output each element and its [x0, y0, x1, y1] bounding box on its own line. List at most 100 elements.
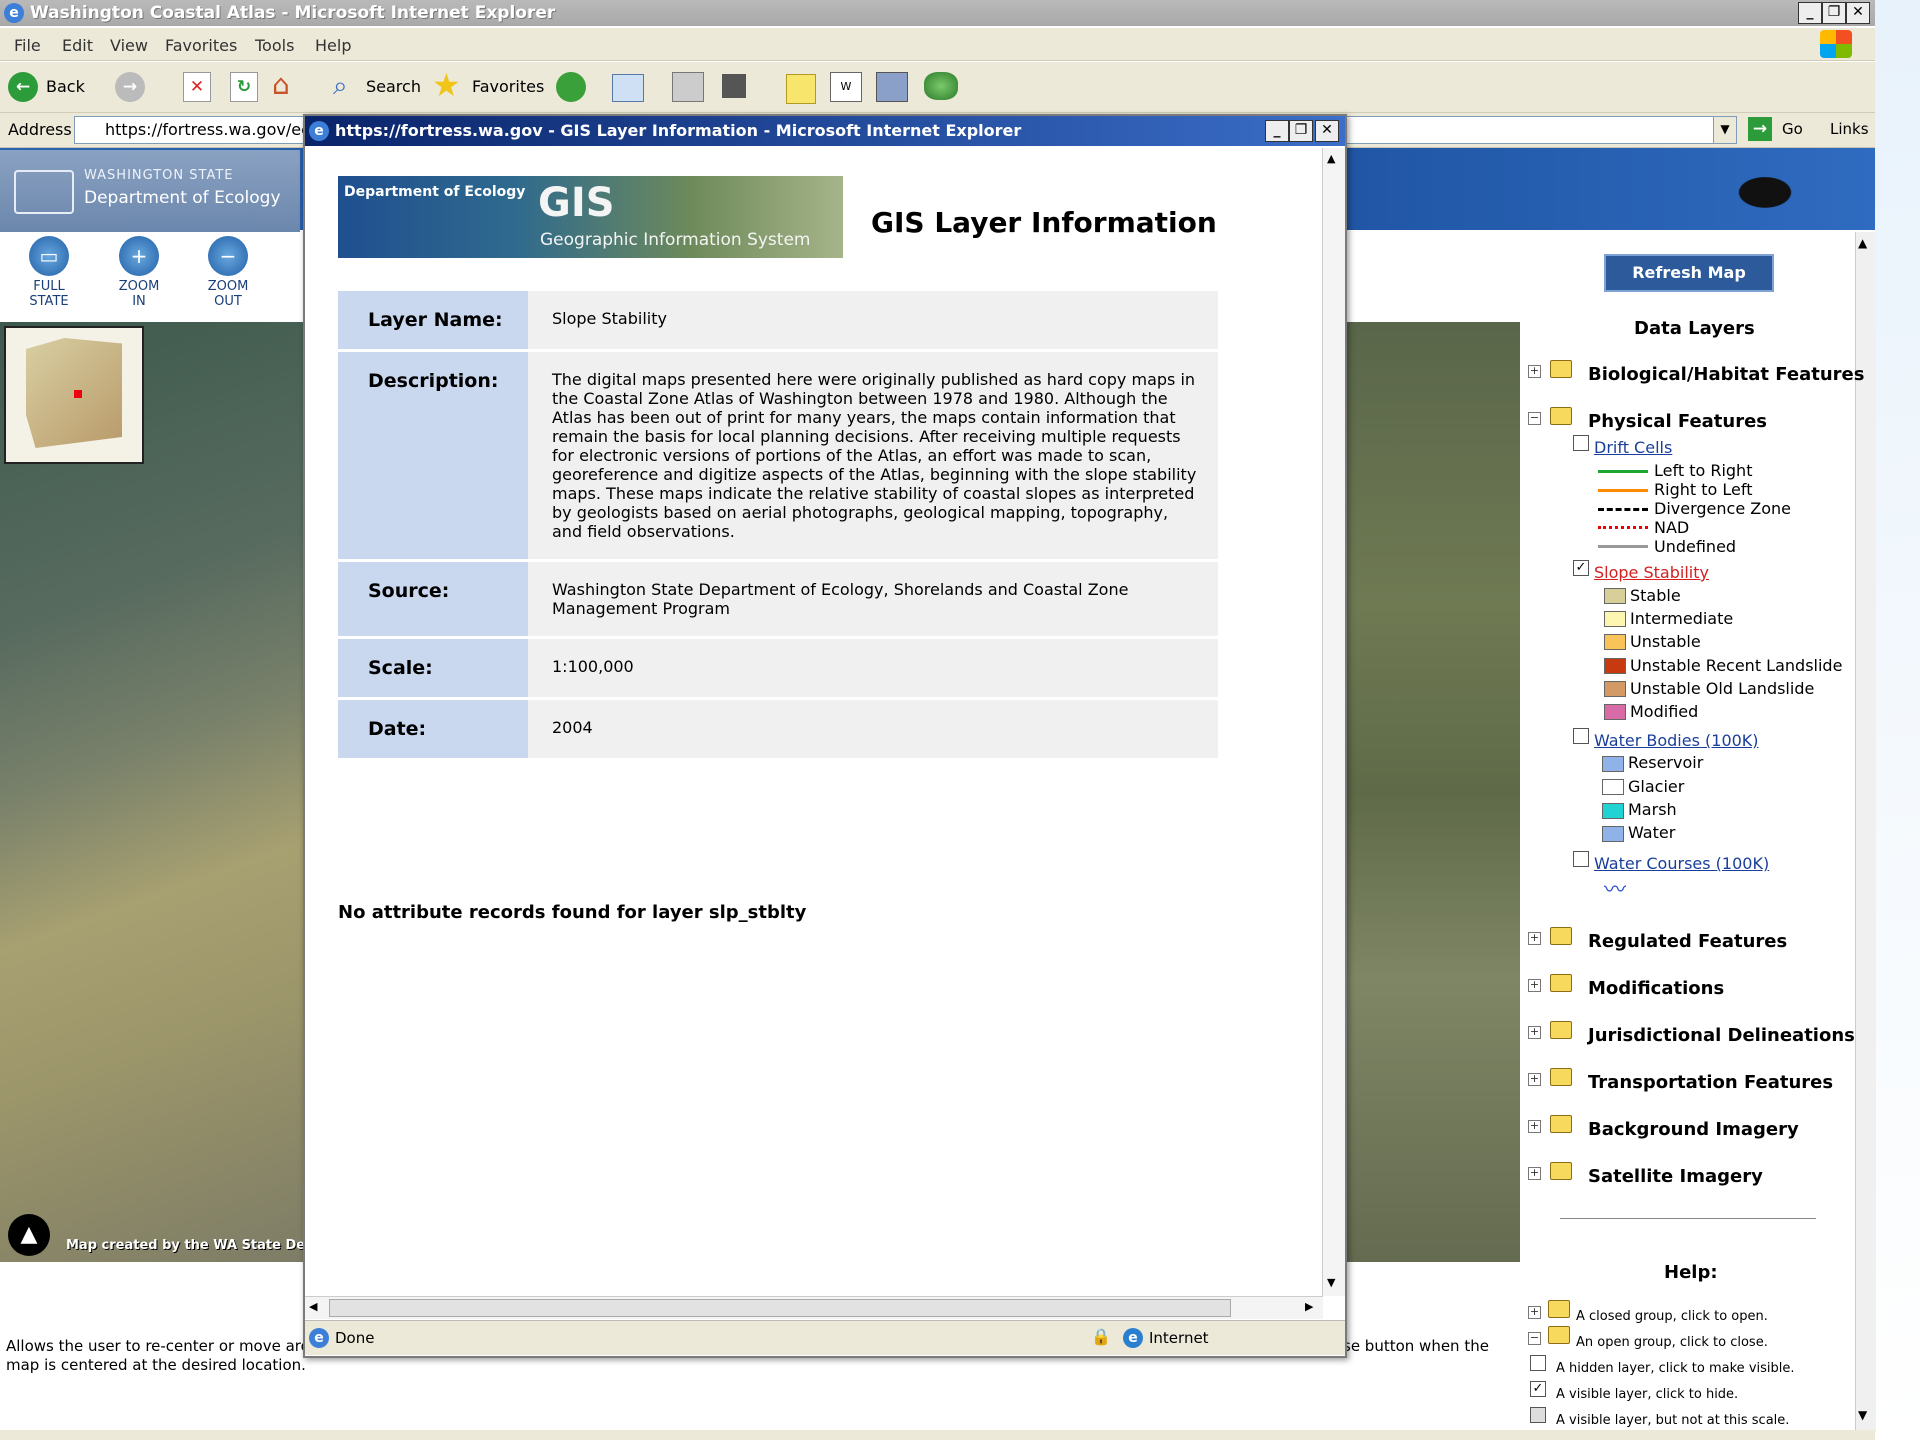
- menu-tools[interactable]: Tools: [255, 36, 294, 55]
- notes-icon[interactable]: [786, 74, 816, 104]
- full-state-label-1: FULL: [33, 279, 65, 294]
- popup-horizontal-scrollbar[interactable]: ◀ ▶: [305, 1296, 1323, 1319]
- search-icon[interactable]: ⌕: [333, 72, 348, 100]
- slope-stability-checkbox[interactable]: ✓: [1573, 560, 1589, 576]
- stop-icon[interactable]: ✕: [183, 72, 211, 102]
- full-state-tool[interactable]: ▭ FULL STATE: [14, 236, 84, 309]
- banner-org: Department of Ecology: [344, 184, 526, 200]
- map-credit: Map created by the WA State De: [66, 1238, 306, 1253]
- expand-modifications-icon[interactable]: +: [1528, 979, 1541, 992]
- mail-icon[interactable]: [612, 74, 644, 102]
- history-icon[interactable]: [556, 72, 586, 102]
- group-biological[interactable]: Biological/Habitat Features: [1588, 364, 1864, 385]
- scroll-down-icon[interactable]: ▼: [1858, 1408, 1867, 1422]
- popup-scroll-right-icon[interactable]: ▶: [1305, 1300, 1313, 1313]
- status-zone: Internet: [1149, 1329, 1209, 1347]
- group-transportation[interactable]: Transportation Features: [1588, 1072, 1833, 1093]
- go-button[interactable]: Go: [1782, 120, 1803, 138]
- map-view-left[interactable]: ▲ Map created by the WA State De: [0, 322, 306, 1262]
- expand-satellite-icon[interactable]: +: [1528, 1167, 1541, 1180]
- menu-view[interactable]: View: [110, 36, 148, 55]
- folder-closed-icon: [1550, 1021, 1572, 1039]
- expand-regulated-icon[interactable]: +: [1528, 932, 1541, 945]
- drift-cells-checkbox[interactable]: [1573, 435, 1589, 451]
- expand-background-icon[interactable]: +: [1528, 1120, 1541, 1133]
- group-jurisdictional[interactable]: Jurisdictional Delineations: [1588, 1025, 1855, 1046]
- refresh-map-button[interactable]: Refresh Map: [1604, 254, 1774, 292]
- group-modifications[interactable]: Modifications: [1588, 978, 1724, 999]
- home-icon[interactable]: ⌂: [272, 70, 304, 100]
- drift-cells-link[interactable]: Drift Cells: [1594, 438, 1672, 457]
- popup-vertical-scrollbar[interactable]: ▲ ▼: [1322, 148, 1345, 1296]
- forward-arrow-icon[interactable]: →: [115, 72, 145, 102]
- close-button[interactable]: ✕: [1846, 2, 1870, 24]
- right-to-left-line-icon: [1598, 489, 1648, 492]
- slope-stability-link[interactable]: Slope Stability: [1594, 563, 1709, 582]
- links-button[interactable]: Links: [1830, 120, 1869, 138]
- favorites-button[interactable]: Favorites: [472, 77, 544, 96]
- popup-scroll-thumb[interactable]: [329, 1299, 1231, 1317]
- undefined-line-icon: [1598, 545, 1648, 548]
- collapse-physical-icon[interactable]: −: [1528, 412, 1541, 425]
- zoom-in-label-1: ZOOM: [118, 279, 160, 294]
- popup-maximize-button[interactable]: ❐: [1289, 120, 1313, 142]
- popup-close-button[interactable]: ✕: [1315, 120, 1339, 142]
- group-satellite[interactable]: Satellite Imagery: [1588, 1166, 1763, 1187]
- popup-minimize-button[interactable]: _: [1265, 120, 1289, 142]
- agency-line2: Department of Ecology: [84, 188, 281, 208]
- water-reservoir: Reservoir: [1628, 753, 1704, 772]
- search-button[interactable]: Search: [366, 77, 421, 96]
- menu-file[interactable]: File: [14, 36, 41, 55]
- go-arrow-icon[interactable]: →: [1748, 117, 1772, 141]
- slope-modified: Modified: [1630, 702, 1699, 721]
- help-checked-icon: ✓: [1530, 1381, 1546, 1397]
- scroll-up-icon[interactable]: ▲: [1858, 236, 1867, 250]
- water-courses-checkbox[interactable]: [1573, 851, 1589, 867]
- old-landslide-swatch: [1604, 681, 1626, 697]
- refresh-icon[interactable]: ↻: [230, 72, 258, 102]
- back-button[interactable]: Back: [46, 77, 85, 96]
- popup-scroll-down-icon[interactable]: ▼: [1327, 1276, 1335, 1289]
- group-background[interactable]: Background Imagery: [1588, 1119, 1799, 1140]
- tool-help-text: Allows the user to re-center or move aro…: [6, 1337, 320, 1355]
- drift-nad: NAD: [1654, 518, 1690, 537]
- address-value: https://fortress.wa.gov/ecy: [105, 120, 320, 139]
- help-outofscale-layer: A visible layer, but not at this scale.: [1556, 1413, 1790, 1428]
- favorites-star-icon[interactable]: ★: [432, 68, 461, 102]
- zoom-in-tool[interactable]: + ZOOM IN: [104, 236, 174, 309]
- zoom-out-tool[interactable]: − ZOOM OUT: [193, 236, 263, 309]
- expand-biological-icon[interactable]: +: [1528, 365, 1541, 378]
- water-courses-link[interactable]: Water Courses (100K): [1594, 854, 1769, 873]
- overview-map[interactable]: [4, 326, 144, 464]
- full-state-icon: ▭: [29, 236, 69, 276]
- print-icon[interactable]: [672, 72, 704, 102]
- edit-icon[interactable]: [722, 74, 746, 98]
- address-dropdown-icon[interactable]: ▼: [1713, 116, 1737, 144]
- back-arrow-icon[interactable]: ←: [8, 72, 38, 102]
- left-to-right-line-icon: [1598, 470, 1648, 473]
- group-regulated[interactable]: Regulated Features: [1588, 931, 1787, 952]
- maximize-button[interactable]: ❐: [1822, 2, 1846, 24]
- help-open-group: An open group, click to close.: [1576, 1335, 1768, 1350]
- outer-title-bar: e Washington Coastal Atlas - Microsoft I…: [0, 0, 1875, 26]
- browser-toolbar: ← Back → ✕ ↻ ⌂ ⌕ Search ★ Favorites W: [0, 62, 1875, 113]
- table-row: Date: 2004: [338, 700, 1218, 758]
- messenger-icon[interactable]: [924, 72, 958, 100]
- water-bodies-link[interactable]: Water Bodies (100K): [1594, 731, 1759, 750]
- reservoir-swatch: [1602, 756, 1624, 772]
- research-icon[interactable]: [876, 72, 908, 102]
- page-scrollbar[interactable]: ▲ ▼: [1855, 232, 1876, 1432]
- menu-edit[interactable]: Edit: [62, 36, 93, 55]
- minimize-button[interactable]: _: [1798, 2, 1822, 24]
- expand-transportation-icon[interactable]: +: [1528, 1073, 1541, 1086]
- menu-help[interactable]: Help: [315, 36, 351, 55]
- popup-scroll-left-icon[interactable]: ◀: [309, 1300, 317, 1313]
- expand-jurisdictional-icon[interactable]: +: [1528, 1026, 1541, 1039]
- folder-closed-icon: [1550, 974, 1572, 992]
- group-physical[interactable]: Physical Features: [1588, 411, 1767, 432]
- popup-scroll-up-icon[interactable]: ▲: [1327, 152, 1335, 165]
- menu-favorites[interactable]: Favorites: [165, 36, 237, 55]
- water-bodies-checkbox[interactable]: [1573, 728, 1589, 744]
- map-view-right[interactable]: [1340, 322, 1520, 1262]
- word-icon[interactable]: W: [830, 72, 862, 102]
